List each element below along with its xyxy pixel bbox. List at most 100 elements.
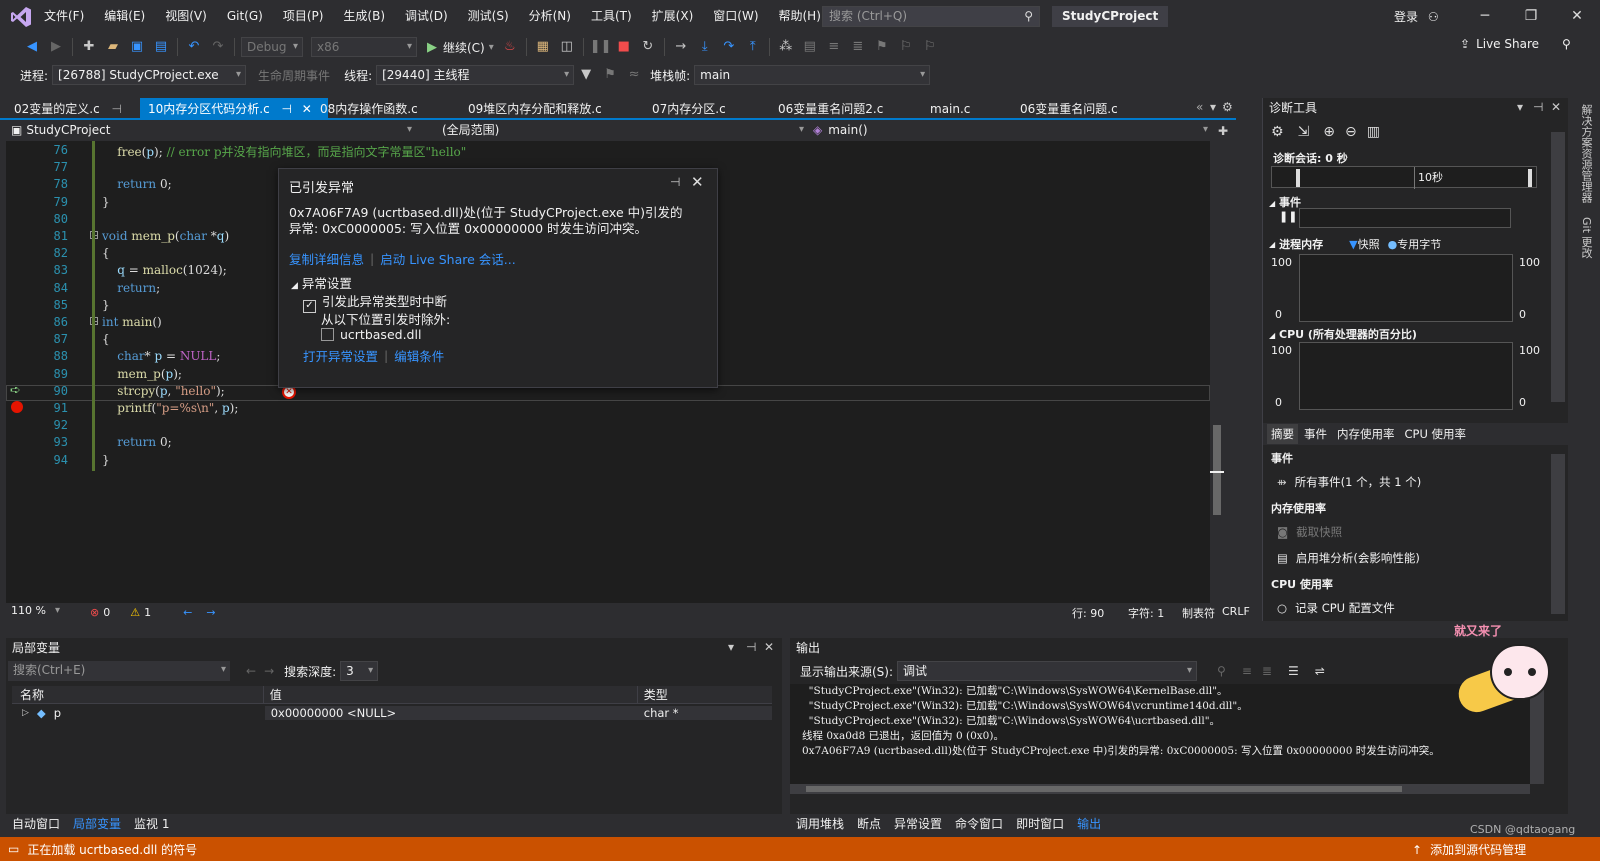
stack-frame-dropdown[interactable]: main (694, 65, 931, 85)
close-popup-button[interactable]: ✕ (691, 173, 704, 191)
local-value[interactable]: 0x00000000 <NULL> (264, 706, 638, 720)
tabs-indicator[interactable]: 制表符 (1182, 605, 1215, 621)
find-message-icon[interactable]: ⚲ (1217, 664, 1226, 678)
menu-extensions[interactable]: 扩展(X) (642, 0, 704, 33)
menu-project[interactable]: 项目(P) (273, 0, 334, 33)
show-threads-icon[interactable]: ≈ (624, 65, 644, 85)
tab-06[interactable]: 06变量重名问题.c (1012, 98, 1126, 120)
prev-bookmark-icon[interactable]: ⚐ (896, 37, 916, 57)
diag-dropdown-icon[interactable]: ▾ (1517, 100, 1523, 114)
reset-view-icon[interactable]: ▥ (1367, 124, 1380, 140)
stop-icon[interactable]: ■ (614, 37, 634, 57)
tab-locals[interactable]: 局部变量 (73, 814, 121, 834)
code-line[interactable]: q = malloc(1024); (102, 263, 226, 277)
minimize-button[interactable]: ─ (1462, 0, 1508, 33)
restart-icon[interactable]: ↻ (638, 37, 658, 57)
menu-view[interactable]: 视图(V) (155, 0, 217, 33)
scrollbar-thumb[interactable] (1213, 425, 1221, 515)
code-line[interactable]: free(p); // error p并没有指向堆区，而是指向文字常量区"hel… (102, 143, 466, 160)
timeline-ruler[interactable]: 10秒 (1271, 166, 1537, 189)
events-track[interactable] (1299, 208, 1511, 228)
platform-dropdown[interactable]: x86 (311, 37, 417, 57)
step-out-icon[interactable]: ⤒ (743, 37, 763, 57)
step-over-icon[interactable]: ↷ (719, 37, 739, 57)
tab-watch-1[interactable]: 监视 1 (134, 814, 169, 834)
tab-command-window[interactable]: 命令窗口 (955, 814, 1003, 834)
menu-window[interactable]: 窗口(W) (703, 0, 768, 33)
gear-icon[interactable]: ⚙ (1271, 124, 1284, 140)
pin-icon[interactable]: ⊣ (1533, 100, 1543, 114)
pin-icon[interactable]: ⊣ (112, 102, 122, 116)
menu-edit[interactable]: 编辑(E) (94, 0, 155, 33)
new-project-icon[interactable]: ✚ (79, 37, 99, 57)
search-depth-dropdown[interactable]: 3 (340, 661, 379, 681)
code-line[interactable]: void mem_p(char *q) (102, 229, 229, 243)
forward-icon[interactable]: ▶ (46, 37, 66, 57)
diag-tab-memory[interactable]: 内存使用率 (1337, 426, 1395, 442)
sign-in-link[interactable]: 登录 ⚇ (1394, 8, 1439, 25)
split-editor-icon[interactable]: ✚ (1218, 124, 1228, 138)
settings-gear-icon[interactable]: ⚙ (1222, 100, 1233, 114)
pin-icon[interactable]: ⊣ (746, 640, 756, 654)
tab-10-active[interactable]: 10内存分区代码分析.c ⊣ ✕ (140, 98, 328, 120)
scope-dropdown[interactable]: (全局范围) (416, 121, 808, 141)
output-horizontal-scrollbar[interactable] (790, 784, 1530, 794)
code-line[interactable]: int main() (102, 315, 162, 329)
start-live-share-link[interactable]: 启动 Live Share 会话... (380, 249, 515, 268)
close-icon[interactable]: ✕ (1551, 100, 1561, 114)
tab-autos[interactable]: 自动窗口 (12, 814, 60, 834)
clear-all-icon[interactable]: ☰ (1288, 664, 1299, 678)
hot-reload-icon[interactable]: ♨ (500, 37, 520, 57)
next-issue-icon[interactable]: → (206, 606, 215, 619)
expand-icon[interactable]: ▷ (22, 708, 29, 718)
menu-tools[interactable]: 工具(T) (581, 0, 642, 33)
flag-icon[interactable]: ⚑ (600, 65, 620, 85)
cpu-graph[interactable] (1299, 342, 1513, 410)
filter-icon[interactable]: ▼ (576, 65, 596, 85)
save-icon[interactable]: ▣ (127, 37, 147, 57)
thread-dropdown[interactable]: [29440] 主线程 (376, 65, 575, 85)
panel-dropdown-icon[interactable]: ▾ (728, 640, 734, 654)
tab-02[interactable]: 02变量的定义.c ⊣ (6, 98, 130, 120)
table-row[interactable]: ▷ ◆ p 0x00000000 <NULL> char * (12, 704, 773, 722)
project-dropdown[interactable]: ▣ StudyCProject (6, 121, 416, 141)
back-icon[interactable]: ◀ (22, 37, 42, 57)
code-line[interactable]: mem_p(p); (102, 367, 182, 381)
code-line[interactable]: } (102, 195, 110, 209)
tab-06-2[interactable]: 06变量重名问题2.c (770, 98, 891, 120)
cpu-section[interactable]: ◢ CPU (所有处理器的百分比) (1269, 326, 1417, 342)
edit-conditions-link[interactable]: 编辑条件 (394, 346, 444, 365)
code-line[interactable]: } (102, 298, 110, 312)
exception-settings-section[interactable]: ◢ 异常设置 (291, 273, 352, 292)
code-line[interactable]: return 0; (102, 435, 171, 449)
copy-details-link[interactable]: 复制详细信息 (289, 249, 364, 268)
menu-analyze[interactable]: 分析(N) (519, 0, 581, 33)
global-search-input[interactable]: 搜索 (Ctrl+Q) ⚲ (822, 6, 1040, 27)
diag-tab-events[interactable]: 事件 (1304, 426, 1327, 442)
tab-output[interactable]: 输出 (1077, 814, 1101, 834)
output-source-dropdown[interactable]: 调试 (897, 661, 1198, 681)
solution-explorer-tab[interactable]: 解决方案资源管理器 (1578, 104, 1594, 203)
code-line[interactable]: } (102, 453, 110, 467)
next-message-icon[interactable]: ≣ (1262, 664, 1272, 678)
zoom-dropdown[interactable]: 110 % (6, 604, 64, 620)
take-snapshot-button[interactable]: ◙ 截取快照 (1277, 524, 1342, 540)
breakpoint-icon[interactable] (11, 401, 23, 413)
code-line[interactable]: { (102, 246, 110, 260)
word-wrap-icon[interactable]: ⇌ (1315, 664, 1325, 678)
back-icon[interactable]: ← (246, 664, 256, 678)
comment-icon[interactable]: ≡ (824, 37, 844, 57)
col-type[interactable]: 类型 (636, 686, 772, 703)
code-line[interactable]: char* p = NULL; (102, 349, 220, 363)
open-exception-settings-link[interactable]: 打开异常设置 (303, 346, 378, 365)
uncomment-icon[interactable]: ≣ (848, 37, 868, 57)
locals-search-input[interactable]: 搜索(Ctrl+E) (8, 661, 230, 681)
error-count[interactable]: ⊗ 0 (90, 606, 110, 619)
warning-count[interactable]: ⚠ 1 (130, 606, 151, 619)
git-changes-tab[interactable]: Git 更改 (1578, 217, 1594, 258)
editor-vertical-scrollbar[interactable] (1210, 141, 1224, 603)
tab-07[interactable]: 07内存分区.c (644, 98, 734, 120)
lifecycle-events-button[interactable]: 生命周期事件 (258, 67, 330, 84)
zoom-in-icon[interactable]: ⊕ (1323, 124, 1335, 140)
char-indicator[interactable]: 字符: 1 (1128, 605, 1164, 621)
